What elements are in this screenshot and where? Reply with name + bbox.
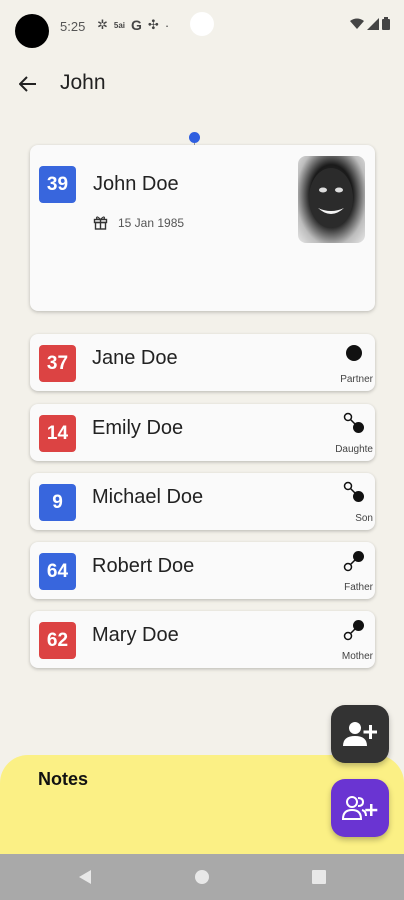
birth-date: 15 Jan 1985	[118, 215, 185, 230]
person-add-icon	[343, 722, 377, 746]
relative-card-emily[interactable]: 14 Emily Doe Daughte	[30, 404, 375, 461]
relation-label: Partner	[340, 374, 373, 385]
child-link-icon	[343, 412, 364, 433]
nav-recents-button[interactable]	[308, 866, 330, 888]
relative-name: Mary Doe	[92, 624, 179, 646]
child-link-icon	[343, 481, 364, 502]
relation-label: Father	[344, 582, 373, 593]
nav-home-button[interactable]	[191, 866, 213, 888]
age-badge: 9	[39, 484, 76, 521]
add-person-button[interactable]	[331, 705, 389, 763]
relative-card-michael[interactable]: 9 Michael Doe Son	[30, 473, 375, 530]
fan-icon: ✣	[147, 17, 159, 32]
relative-name: Jane Doe	[92, 347, 178, 369]
add-relative-button[interactable]	[331, 779, 389, 837]
parent-link-icon	[343, 620, 364, 641]
person-photo[interactable]	[298, 156, 365, 243]
relation-label: Mother	[341, 651, 373, 662]
status-time: 5:25	[60, 19, 86, 34]
partner-dot-icon	[346, 345, 362, 361]
pin-dot	[189, 132, 200, 143]
main-person-card[interactable]: 39 John Doe 15 Jan 1985	[30, 145, 375, 311]
birth-row: 15 Jan 1985	[93, 215, 184, 230]
nav-back-button[interactable]	[74, 866, 96, 888]
status-right-icons	[350, 17, 390, 30]
notes-title: Notes	[38, 769, 89, 789]
settings-icon: ✲	[97, 17, 108, 32]
notification-small-icon: 5ai	[113, 20, 126, 30]
age-badge: 37	[39, 345, 76, 382]
wifi-icon	[350, 18, 364, 29]
back-button[interactable]	[14, 70, 42, 98]
square-recents-icon	[312, 870, 326, 884]
face-photo-icon	[309, 168, 353, 228]
status-icons: ✲ 5ai G ✣ ·	[97, 17, 169, 33]
circle-home-icon	[195, 870, 209, 884]
relation-label: Son	[355, 513, 373, 524]
parent-link-icon	[343, 551, 364, 572]
gift-icon	[93, 216, 108, 230]
triangle-back-icon	[79, 870, 91, 884]
arrow-left-icon	[19, 76, 36, 92]
group-add-icon	[342, 796, 378, 820]
age-badge: 39	[39, 166, 76, 203]
page-title: John	[60, 71, 106, 94]
relative-name: Emily Doe	[92, 417, 184, 439]
system-nav-bar	[0, 854, 404, 900]
relative-card-jane[interactable]: 37 Jane Doe Partner	[30, 334, 375, 391]
battery-icon	[382, 17, 390, 30]
google-icon: G	[131, 17, 142, 33]
age-badge: 62	[39, 622, 76, 659]
age-badge: 64	[39, 553, 76, 590]
signal-icon	[367, 17, 379, 30]
age-badge: 14	[39, 415, 76, 452]
more-dot-icon: ·	[164, 17, 170, 33]
status-bar: 5:25 ✲ 5ai G ✣ ·	[0, 0, 404, 50]
relation-label: Daughte	[335, 444, 373, 455]
relative-name: Michael Doe	[92, 486, 204, 508]
status-white-dot	[190, 12, 214, 36]
relative-name: Robert Doe	[92, 555, 195, 577]
relative-card-robert[interactable]: 64 Robert Doe Father	[30, 542, 375, 599]
relative-card-mary[interactable]: 62 Mary Doe Mother	[30, 611, 375, 668]
person-name: John Doe	[93, 173, 179, 195]
camera-cutout	[15, 14, 49, 48]
